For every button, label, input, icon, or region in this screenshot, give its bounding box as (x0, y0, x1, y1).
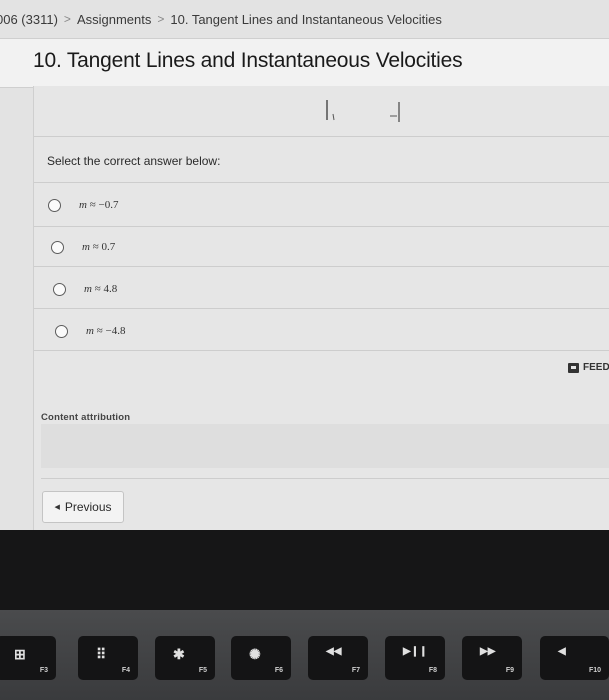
content-attribution-panel (41, 424, 609, 468)
divider (34, 136, 609, 137)
answer-choice-3[interactable]: m ≈ 4.8 (34, 268, 609, 310)
previous-button[interactable]: ◀ Previous (42, 491, 124, 523)
key-f10[interactable]: ◀ F10 (540, 636, 609, 680)
graph-tick-mark (332, 113, 335, 121)
chevron-right-icon: > (157, 12, 165, 26)
laptop-bezel (0, 530, 609, 610)
radio-button[interactable] (55, 324, 68, 338)
answer-choice-label: m ≈ −0.7 (79, 199, 119, 211)
key-f4[interactable]: ⠿ F4 (78, 636, 138, 680)
launchpad-icon: ⠿ (96, 646, 107, 662)
keyboard-dim-icon: ✱ (173, 646, 185, 662)
content-attribution-label[interactable]: Content attribution (41, 412, 130, 423)
key-f3[interactable]: ⊞ F3 (0, 636, 56, 680)
question-prompt: Select the correct answer below: (47, 154, 221, 168)
mute-icon: ◀ (558, 646, 566, 657)
key-f9[interactable]: ▶▶ F9 (462, 636, 522, 680)
feedback-label: FEED (583, 362, 609, 373)
browser-screen: 006 (3311) > Assignments > 10. Tangent L… (0, 0, 609, 530)
breadcrumb: 006 (3311) > Assignments > 10. Tangent L… (0, 9, 442, 29)
rewind-icon: ◀◀ (326, 646, 342, 657)
chevron-right-icon: > (63, 12, 71, 26)
divider (34, 266, 609, 267)
divider (41, 478, 609, 479)
answer-choice-2[interactable]: m ≈ 0.7 (34, 226, 609, 268)
radio-button[interactable] (53, 282, 66, 296)
breadcrumb-assignments-link[interactable]: Assignments (77, 12, 151, 27)
title-bar: 10. Tangent Lines and Instantaneous Velo… (0, 38, 609, 88)
key-f5[interactable]: ✱ F5 (155, 636, 215, 680)
answer-choice-label: m ≈ 0.7 (82, 241, 116, 253)
answer-choice-1[interactable]: m ≈ −0.7 (34, 184, 609, 226)
key-f7[interactable]: ◀◀ F7 (308, 636, 368, 680)
graph-fragment-image (326, 100, 400, 122)
divider (34, 182, 609, 183)
divider (34, 308, 609, 309)
breadcrumb-current: 10. Tangent Lines and Instantaneous Velo… (170, 11, 442, 27)
play-pause-icon: ▶❙❙ (403, 646, 428, 657)
fast-forward-icon: ▶▶ (480, 646, 496, 657)
answer-choice-label: m ≈ −4.8 (86, 325, 126, 337)
previous-label: Previous (64, 500, 112, 514)
feedback-icon (568, 362, 579, 373)
answer-choice-label: m ≈ 4.8 (84, 283, 118, 295)
question-panel: Select the correct answer below: m ≈ −0.… (33, 86, 609, 530)
key-f8[interactable]: ▶❙❙ F8 (385, 636, 445, 680)
feedback-button[interactable]: FEED (568, 362, 609, 373)
caret-left-icon: ◀ (54, 504, 60, 511)
page-title: 10. Tangent Lines and Instantaneous Velo… (33, 49, 463, 72)
radio-button[interactable] (51, 240, 64, 254)
keyboard-bright-icon: ✺ (249, 646, 261, 662)
key-f6[interactable]: ✺ F6 (231, 636, 291, 680)
breadcrumb-course-link[interactable]: 006 (3311) (0, 12, 58, 27)
answer-choice-4[interactable]: m ≈ −4.8 (34, 310, 609, 352)
divider (34, 350, 609, 351)
mission-control-icon: ⊞ (14, 646, 26, 662)
radio-button[interactable] (48, 198, 61, 212)
